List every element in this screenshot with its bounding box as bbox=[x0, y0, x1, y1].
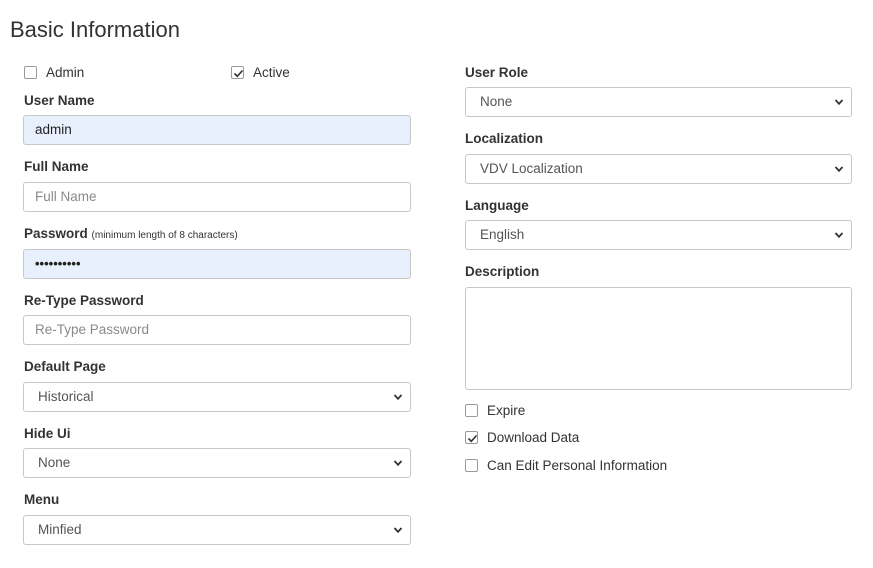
default-page-selected: Historical bbox=[38, 389, 94, 404]
user-role-select[interactable]: None bbox=[465, 87, 852, 117]
password-input[interactable]: •••••••••• bbox=[23, 249, 411, 279]
chevron-down-icon bbox=[393, 394, 403, 401]
password-masked-value: •••••••••• bbox=[35, 256, 81, 271]
password-label-text: Password bbox=[24, 226, 88, 241]
admin-checkbox-row[interactable]: Admin bbox=[24, 65, 84, 80]
menu-label: Menu bbox=[24, 492, 60, 507]
user-name-label: User Name bbox=[24, 93, 95, 108]
expire-checkbox[interactable] bbox=[465, 404, 478, 417]
language-select[interactable]: English bbox=[465, 220, 852, 250]
password-hint: (minimum length of 8 characters) bbox=[91, 230, 238, 241]
full-name-label: Full Name bbox=[24, 159, 89, 174]
description-label: Description bbox=[465, 264, 540, 279]
retype-password-label: Re-Type Password bbox=[24, 293, 144, 308]
full-name-input[interactable]: Full Name bbox=[23, 182, 411, 212]
hide-ui-selected: None bbox=[38, 455, 71, 470]
hide-ui-label: Hide Ui bbox=[24, 426, 71, 441]
admin-checkbox-label: Admin bbox=[46, 65, 85, 80]
expire-checkbox-row[interactable]: Expire bbox=[465, 403, 525, 418]
user-role-label: User Role bbox=[465, 65, 529, 80]
can-edit-personal-checkbox-row[interactable]: Can Edit Personal Information bbox=[465, 458, 667, 473]
download-data-checkbox[interactable] bbox=[465, 431, 478, 444]
chevron-down-icon bbox=[834, 99, 844, 106]
menu-select[interactable]: Minfied bbox=[23, 515, 411, 545]
language-label: Language bbox=[465, 198, 529, 213]
chevron-down-icon bbox=[393, 460, 403, 467]
user-name-input[interactable]: admin bbox=[23, 115, 411, 145]
admin-checkbox[interactable] bbox=[24, 66, 37, 79]
download-data-checkbox-row[interactable]: Download Data bbox=[465, 430, 579, 445]
active-checkbox-row[interactable]: Active bbox=[231, 65, 290, 80]
download-data-checkbox-label: Download Data bbox=[487, 430, 580, 445]
full-name-placeholder: Full Name bbox=[35, 189, 97, 204]
default-page-select[interactable]: Historical bbox=[23, 382, 411, 412]
localization-selected: VDV Localization bbox=[480, 161, 583, 176]
check-icon bbox=[233, 69, 244, 78]
expire-checkbox-label: Expire bbox=[487, 403, 526, 418]
password-label: Password (minimum length of 8 characters… bbox=[24, 226, 238, 241]
chevron-down-icon bbox=[834, 232, 844, 239]
localization-select[interactable]: VDV Localization bbox=[465, 154, 852, 184]
can-edit-personal-checkbox[interactable] bbox=[465, 459, 478, 472]
description-textarea[interactable] bbox=[465, 287, 852, 390]
menu-selected: Minfied bbox=[38, 522, 82, 537]
can-edit-personal-checkbox-label: Can Edit Personal Information bbox=[487, 458, 668, 473]
retype-password-input[interactable]: Re-Type Password bbox=[23, 315, 411, 345]
chevron-down-icon bbox=[393, 527, 403, 534]
hide-ui-select[interactable]: None bbox=[23, 448, 411, 478]
check-icon bbox=[467, 434, 478, 443]
active-checkbox[interactable] bbox=[231, 66, 244, 79]
language-selected: English bbox=[480, 227, 525, 242]
page-title: Basic Information bbox=[10, 17, 180, 42]
default-page-label: Default Page bbox=[24, 359, 106, 374]
user-role-selected: None bbox=[480, 94, 513, 109]
user-name-value: admin bbox=[35, 122, 72, 137]
chevron-down-icon bbox=[834, 166, 844, 173]
active-checkbox-label: Active bbox=[253, 65, 290, 80]
localization-label: Localization bbox=[465, 131, 544, 146]
retype-password-placeholder: Re-Type Password bbox=[35, 322, 150, 337]
